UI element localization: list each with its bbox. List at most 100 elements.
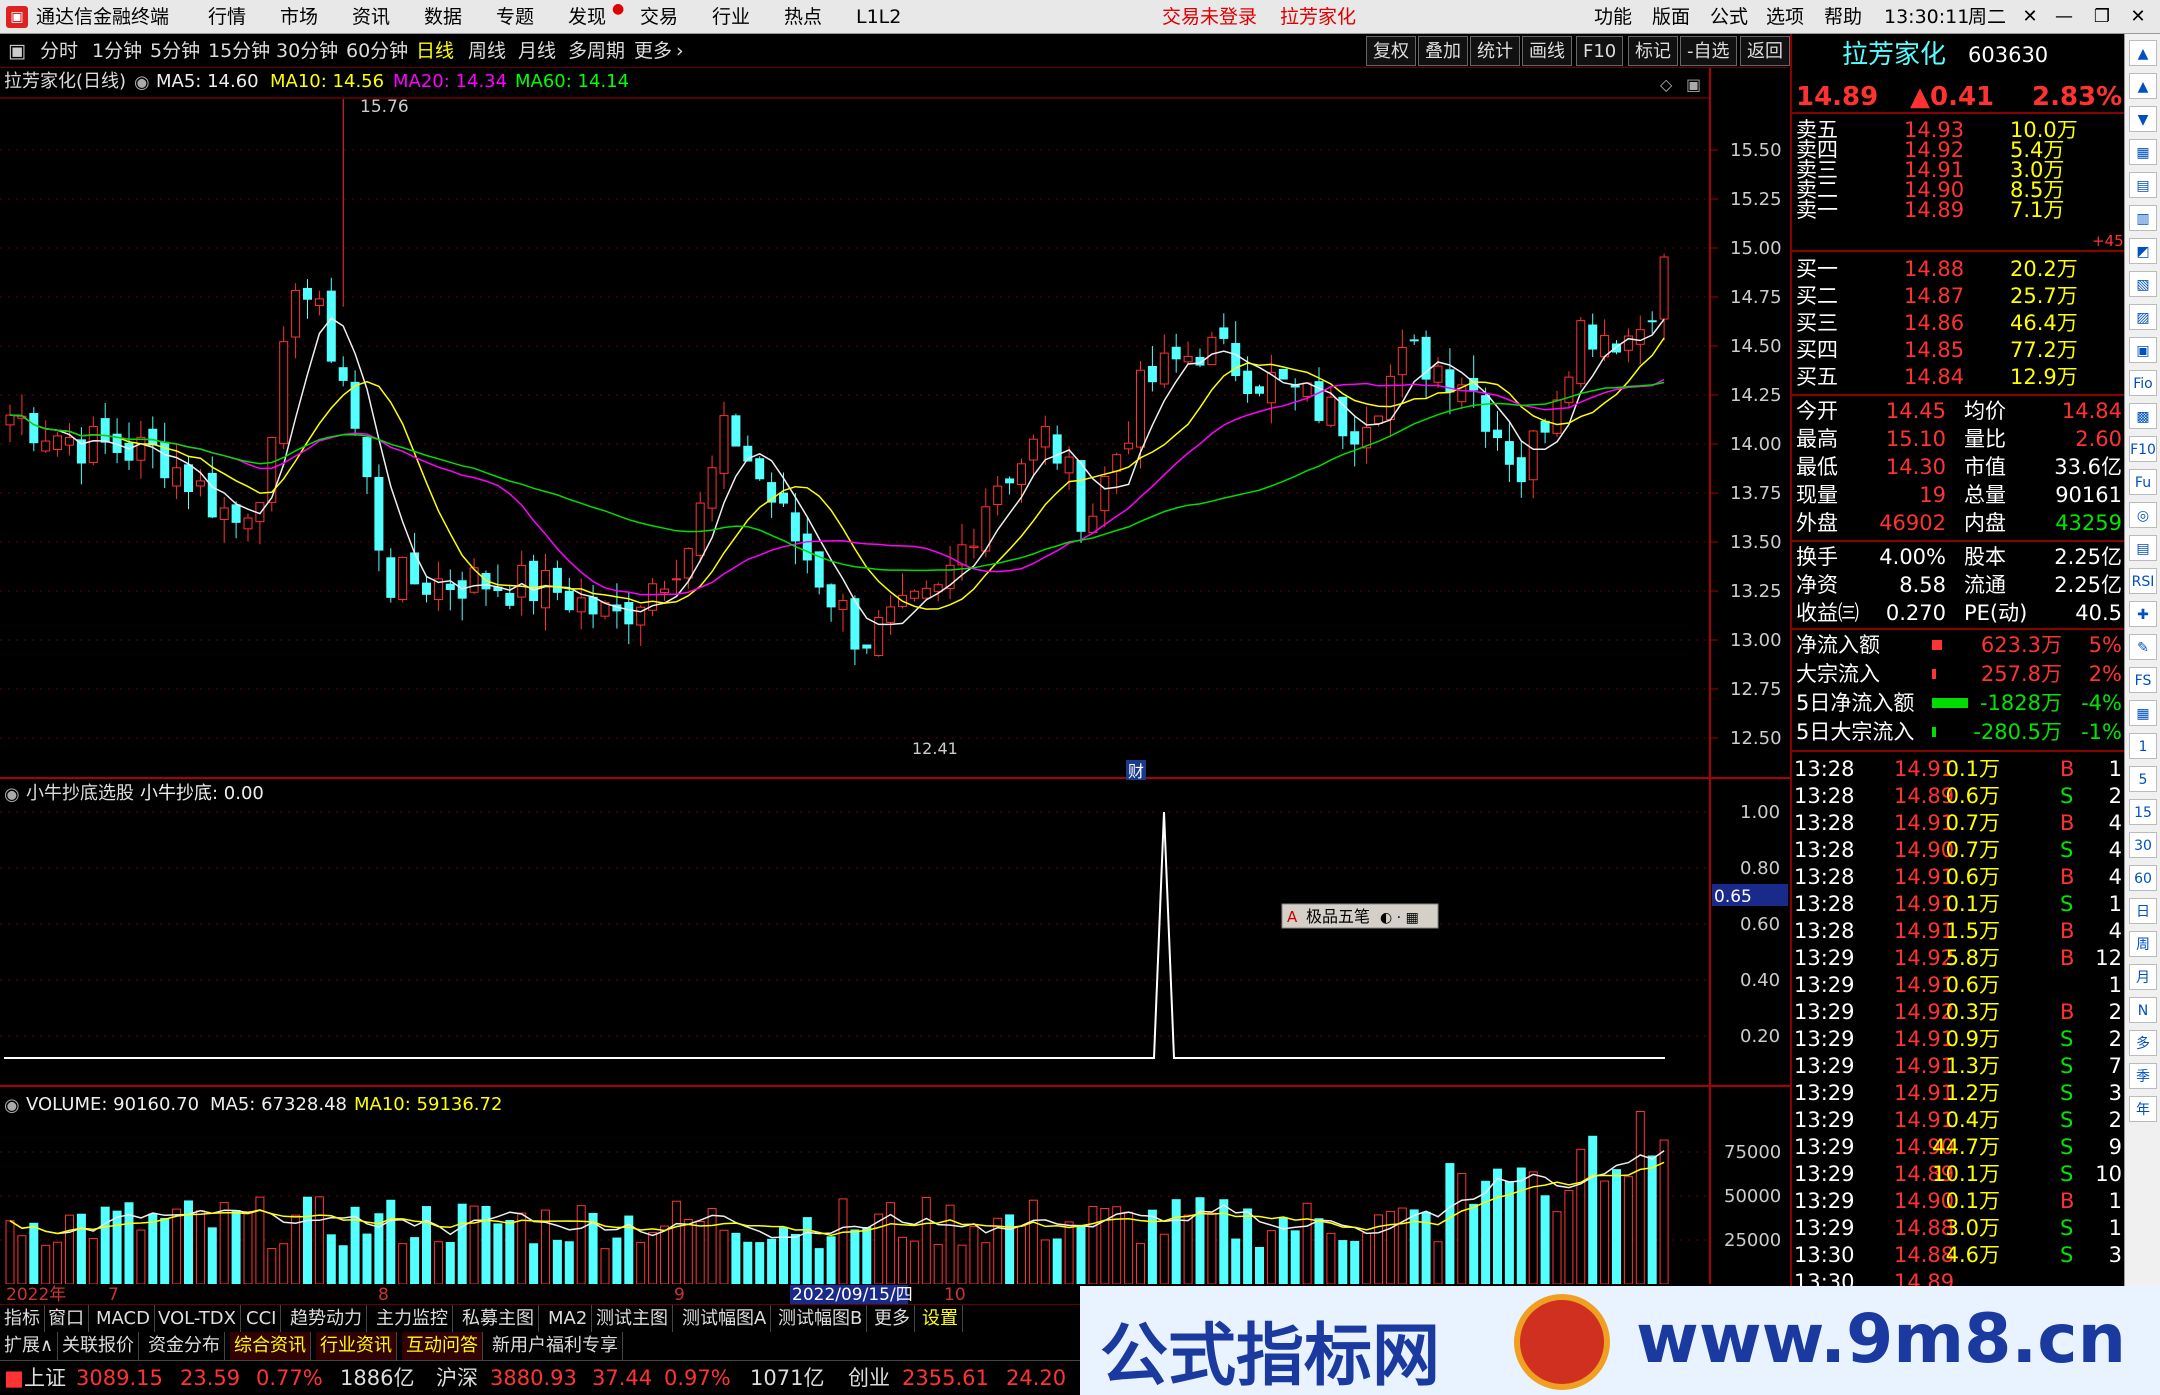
tick-row[interactable]: 13:28 14.91 1.5万 B 4: [1792, 918, 2126, 945]
volume-bar[interactable]: [243, 1211, 253, 1285]
kline-chart-svg[interactable]: 拉芳家化(日线) ◉ MA5: 14.60 MA10: 14.56 MA20: …: [0, 68, 1790, 1305]
candle-body[interactable]: [576, 597, 586, 613]
volume-bar[interactable]: [790, 1233, 800, 1285]
candle-body[interactable]: [124, 442, 134, 461]
volume-bar[interactable]: [1266, 1230, 1276, 1285]
volume-bar[interactable]: [231, 1210, 241, 1285]
candle-body[interactable]: [707, 467, 717, 509]
menu-zhuanti[interactable]: 专题: [496, 0, 534, 34]
down-arrow-icon[interactable]: ▼: [2129, 106, 2157, 132]
volume-bar[interactable]: [1290, 1230, 1300, 1285]
candle-body[interactable]: [398, 556, 408, 601]
menu-hangqing[interactable]: 行情: [208, 0, 246, 34]
volume-bar[interactable]: [957, 1244, 967, 1285]
candle-body[interactable]: [314, 298, 324, 307]
doc-icon[interactable]: ▤: [2129, 535, 2157, 561]
candle-body[interactable]: [88, 425, 98, 463]
volume-bar[interactable]: [1076, 1226, 1086, 1285]
tick-row[interactable]: 13:30 14.88 4.6万 S 3: [1792, 1242, 2126, 1269]
candle-body[interactable]: [1493, 429, 1502, 439]
chart-grid-icon[interactable]: ▦: [2129, 139, 2157, 165]
candle-body[interactable]: [172, 467, 182, 487]
tick-row[interactable]: 13:28 14.89 0.6万 S 2: [1792, 783, 2126, 810]
candle-body[interactable]: [374, 476, 384, 551]
candle-body[interactable]: [1504, 441, 1514, 465]
volume-bar[interactable]: [1338, 1240, 1348, 1285]
volume-bar[interactable]: [1326, 1232, 1336, 1285]
volume-bar[interactable]: [731, 1232, 741, 1285]
volume-bar[interactable]: [76, 1213, 86, 1285]
target-icon[interactable]: ◎: [2129, 502, 2157, 528]
volume-bar[interactable]: [921, 1196, 931, 1285]
indicator-tab[interactable]: MA2: [544, 1305, 593, 1333]
pen-icon[interactable]: ✎: [2129, 634, 2157, 660]
candle-body[interactable]: [338, 367, 348, 381]
candle-body[interactable]: [886, 606, 896, 623]
tick-row[interactable]: 13:29 14.92 0.3万 B 2: [1792, 999, 2126, 1026]
candle-body[interactable]: [802, 533, 812, 561]
volume-bar[interactable]: [1302, 1202, 1312, 1285]
period-more[interactable]: 更多: [634, 34, 672, 68]
volume-bar[interactable]: [326, 1234, 336, 1285]
period-fenshi[interactable]: 分时: [40, 34, 78, 68]
candle-body[interactable]: [326, 290, 336, 362]
bars-icon[interactable]: ▥: [2129, 205, 2157, 231]
btn-biaoji[interactable]: 标记: [1628, 36, 1678, 66]
volume-bar[interactable]: [172, 1208, 182, 1285]
volume-bar[interactable]: [1362, 1232, 1372, 1285]
btn-huaxian[interactable]: 画线: [1522, 36, 1572, 66]
restore-icon[interactable]: ❐: [2088, 4, 2116, 30]
volume-bar[interactable]: [1564, 1190, 1574, 1285]
volume-bar[interactable]: [445, 1241, 455, 1285]
candle-body[interactable]: [219, 507, 229, 520]
period-60min[interactable]: 60分钟: [346, 34, 408, 68]
volume-bar[interactable]: [1040, 1239, 1050, 1285]
bid-row[interactable]: 买二 14.87 25.7万: [1792, 283, 2126, 310]
volume-bar[interactable]: [1350, 1240, 1360, 1285]
candle-body[interactable]: [100, 418, 110, 443]
bid-row[interactable]: 买五 14.84 12.9万: [1792, 364, 2126, 391]
candle-body[interactable]: [303, 287, 312, 300]
volume-bar[interactable]: [1017, 1225, 1026, 1285]
tick-row[interactable]: 13:29 14.88 3.0万 S 1: [1792, 1215, 2126, 1242]
candle-body[interactable]: [350, 381, 360, 429]
btn-f10[interactable]: F10: [1576, 36, 1624, 66]
indicator-tab[interactable]: 指标: [0, 1305, 45, 1333]
volume-bar[interactable]: [207, 1227, 217, 1285]
indicator-tab[interactable]: 测试幅图A: [678, 1305, 772, 1333]
indicator-tab[interactable]: 测试幅图B: [774, 1305, 868, 1333]
panel-max-icon[interactable]: ▣: [1686, 75, 1701, 94]
kline-chart-area[interactable]: 拉芳家化(日线) ◉ MA5: 14.60 MA10: 14.56 MA20: …: [0, 68, 1790, 1305]
indicator-tab[interactable]: CCI: [242, 1305, 282, 1333]
volume-bar[interactable]: [1159, 1233, 1169, 1285]
volume-bar[interactable]: [1314, 1218, 1324, 1285]
period-5-icon[interactable]: 5: [2129, 766, 2157, 792]
candle-body[interactable]: [445, 583, 455, 591]
volume-bar[interactable]: [481, 1205, 491, 1285]
tick-row[interactable]: 13:29 14.90 44.7万 S 9: [1792, 1134, 2126, 1161]
diamond-icon[interactable]: ◇: [1660, 75, 1673, 94]
volume-bar[interactable]: [1493, 1168, 1502, 1285]
volume-bar[interactable]: [1469, 1203, 1479, 1285]
volume-bar[interactable]: [945, 1204, 955, 1285]
period-15min[interactable]: 15分钟: [208, 34, 270, 68]
candle-body[interactable]: [719, 415, 729, 474]
volume-bar[interactable]: [1088, 1205, 1098, 1285]
candle-body[interactable]: [65, 436, 74, 446]
candle-body[interactable]: [1171, 346, 1181, 360]
board-icon[interactable]: ▣: [2129, 337, 2157, 363]
close-icon[interactable]: ✕: [2124, 4, 2152, 30]
volume-bar[interactable]: [517, 1212, 527, 1285]
candle-body[interactable]: [552, 567, 562, 593]
fs-icon[interactable]: FS: [2129, 667, 2157, 693]
candle-body[interactable]: [1219, 327, 1229, 339]
period-year-icon[interactable]: 年: [2129, 1096, 2157, 1122]
info-tab[interactable]: 综合资讯: [230, 1332, 311, 1360]
candle-body[interactable]: [1005, 478, 1015, 484]
indicator-tab[interactable]: 主力监控: [372, 1305, 453, 1333]
ime-moon-icon[interactable]: ◐ · ▦: [1380, 910, 1419, 926]
hs-name[interactable]: 沪深: [436, 1361, 478, 1395]
ask-row[interactable]: 卖四 14.92 5.4万: [1792, 140, 2126, 161]
volume-bar[interactable]: [1052, 1238, 1062, 1285]
candle-body[interactable]: [1255, 386, 1264, 394]
